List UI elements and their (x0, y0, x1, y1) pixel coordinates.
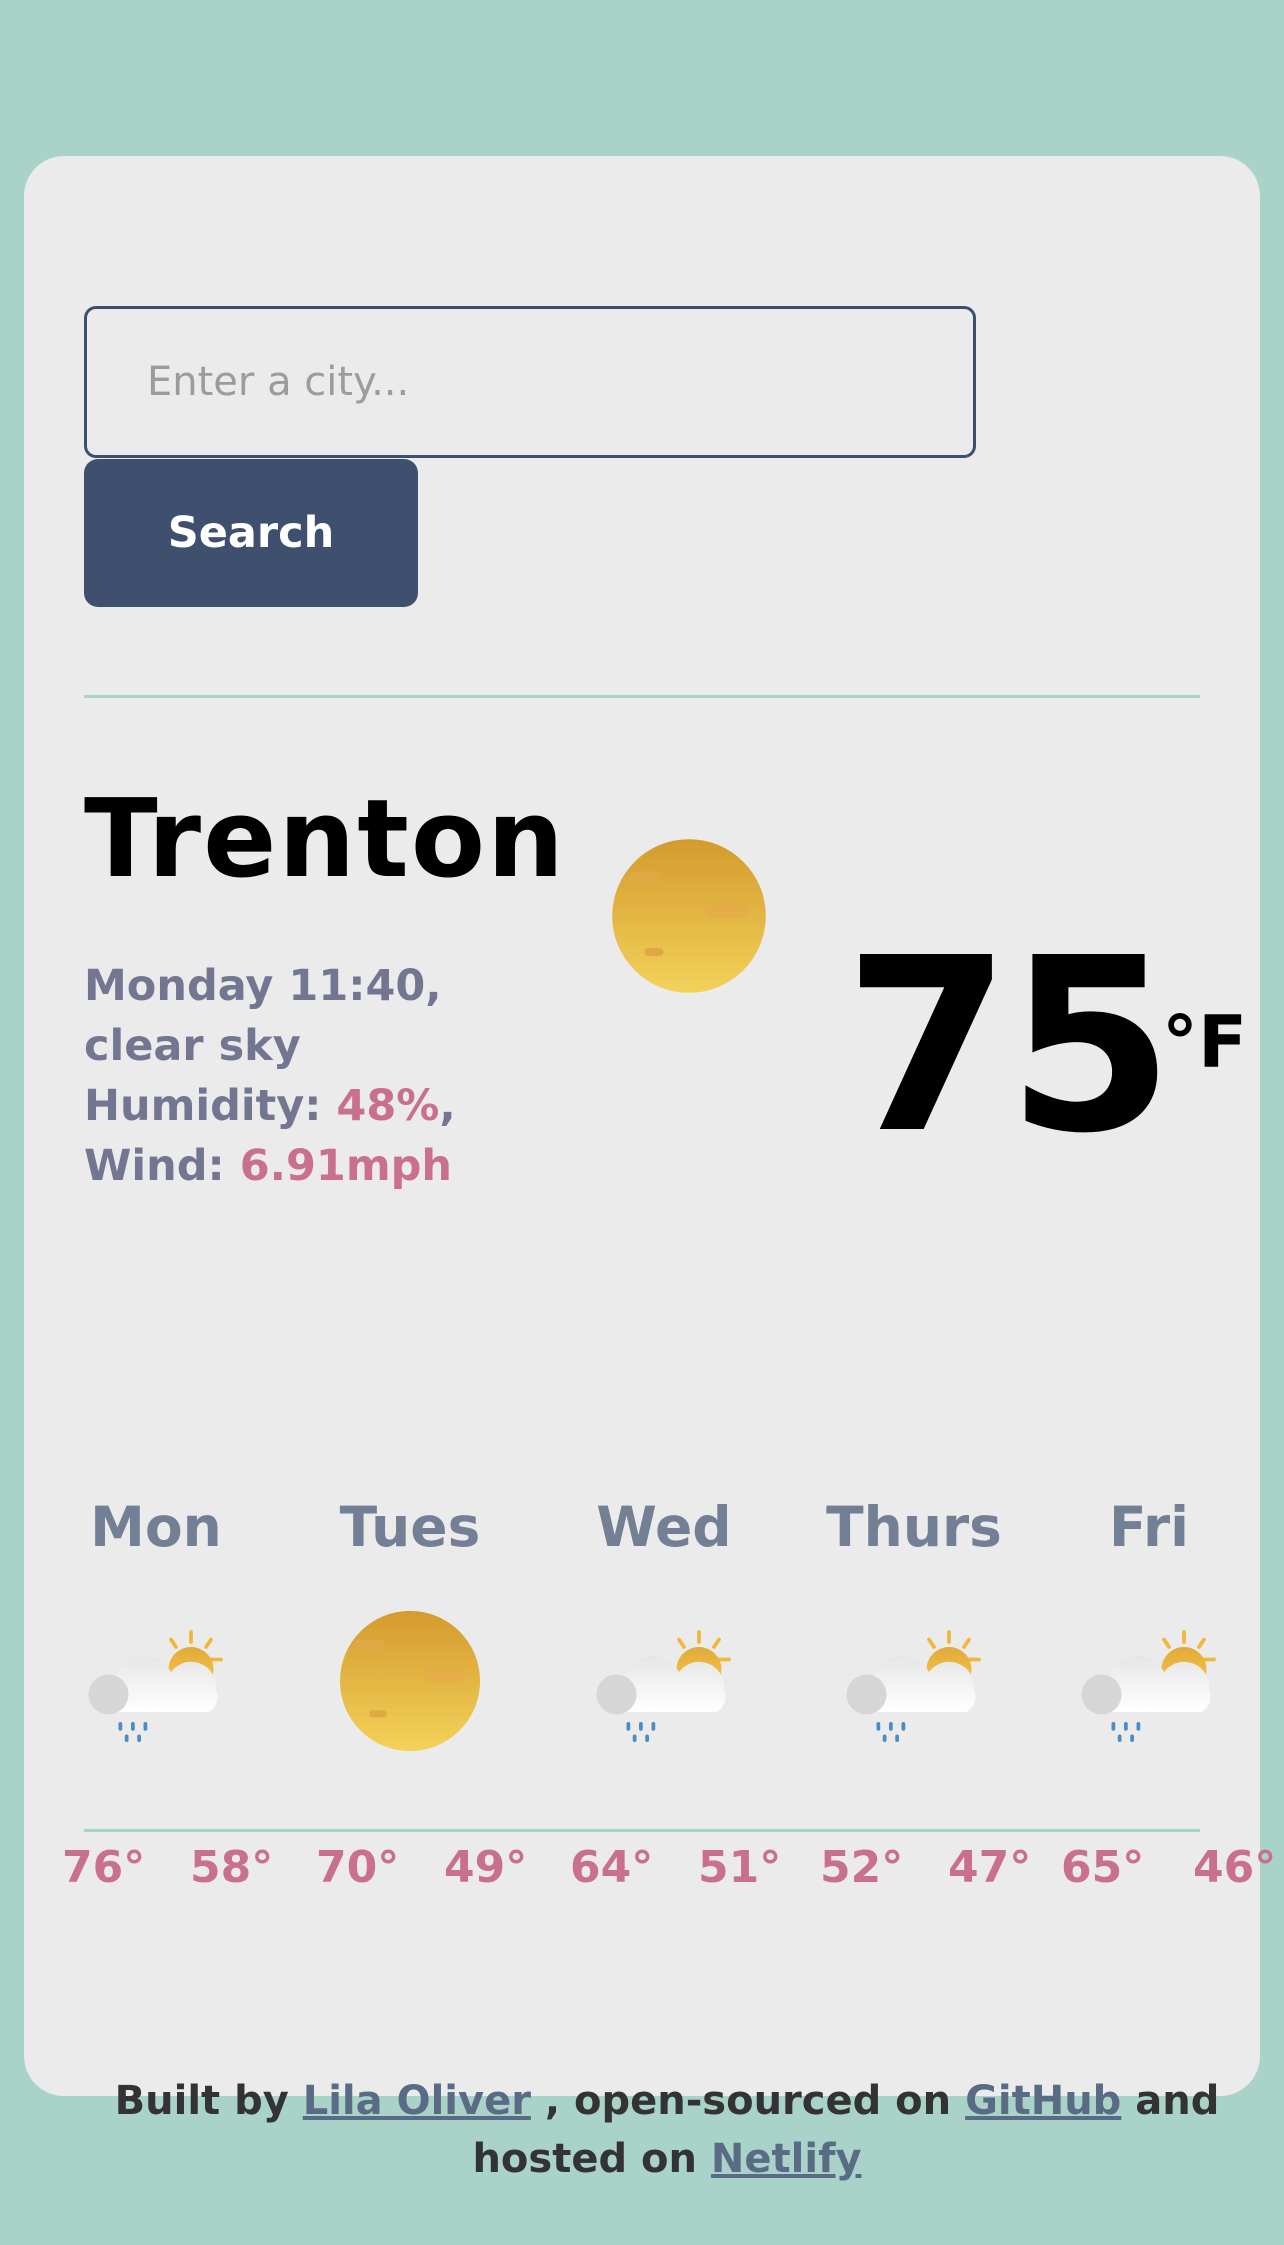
footer: Built by Lila Oliver , open-sourced on G… (84, 2072, 1250, 2188)
rain-partly-sunny-icon (1074, 1612, 1224, 1762)
divider-top (84, 695, 1200, 698)
current-details: Monday 11:40, clear sky Humidity: 48%, W… (84, 956, 564, 1196)
weather-card: Search Trenton Monday 11:40, clear sky H… (24, 156, 1276, 2182)
forecast-high: 76° (62, 1842, 146, 1893)
humidity-value: 48% (336, 1081, 440, 1131)
forecast-day-name: Thurs (826, 1495, 1002, 1559)
footer-open-sourced: , open-sourced on (530, 2078, 966, 2124)
forecast-high: 64° (570, 1842, 654, 1893)
forecast-day-name: Fri (1108, 1495, 1190, 1559)
rain-partly-sunny-icon (81, 1612, 231, 1762)
forecast-day: Tues 70° 49° (290, 1492, 530, 1893)
wind-value: 6.91mph (239, 1141, 453, 1191)
forecast-high: 65° (1061, 1842, 1145, 1893)
forecast-low: 47° (948, 1842, 1032, 1893)
footer-built-by: Built by (114, 2078, 303, 2124)
rain-partly-sunny-icon (839, 1612, 989, 1762)
forecast-day: Fri 65° 46° (1049, 1492, 1276, 1893)
divider-bottom (84, 1829, 1200, 1832)
datetime-conditions: Monday 11:40, clear sky (84, 961, 442, 1071)
forecast-day-name: Tues (339, 1495, 481, 1559)
forecast-low: 51° (698, 1842, 782, 1893)
humidity-label: Humidity: (84, 1081, 337, 1131)
city-name: Trenton (84, 777, 566, 902)
humidity-line: Humidity: 48%, (84, 1081, 456, 1131)
forecast-day-name: Mon (90, 1495, 222, 1559)
footer-and: and (1121, 2078, 1220, 2124)
forecast-high: 70° (316, 1842, 400, 1893)
rain-partly-sunny-icon (589, 1612, 739, 1762)
clear-sky-icon (609, 836, 769, 996)
forecast-day: Wed 64° 51° (544, 1492, 784, 1893)
forecast-low: 49° (444, 1842, 528, 1893)
clear-sky-icon (337, 1608, 483, 1754)
author-link[interactable]: Lila Oliver (303, 2078, 531, 2124)
forecast-day: Mon 76° 58° (36, 1492, 276, 1893)
city-search-input[interactable] (84, 306, 976, 458)
github-link[interactable]: GitHub (965, 2078, 1121, 2124)
search-button[interactable]: Search (84, 459, 418, 607)
wind-label: Wind: (84, 1141, 240, 1191)
temperature-unit: °F (1162, 1000, 1248, 1084)
netlify-link[interactable]: Netlify (711, 2136, 862, 2182)
forecast-low: 58° (190, 1842, 274, 1893)
wind-line: Wind: 6.91mph (84, 1136, 564, 1196)
current-temperature: 75 (844, 906, 1174, 1186)
footer-hosted-on: hosted on (472, 2136, 711, 2182)
forecast-low: 46° (1193, 1842, 1277, 1893)
forecast-day: Thurs 52° 47° (794, 1492, 1034, 1893)
forecast-high: 52° (820, 1842, 904, 1893)
forecast-day-name: Wed (596, 1495, 732, 1559)
